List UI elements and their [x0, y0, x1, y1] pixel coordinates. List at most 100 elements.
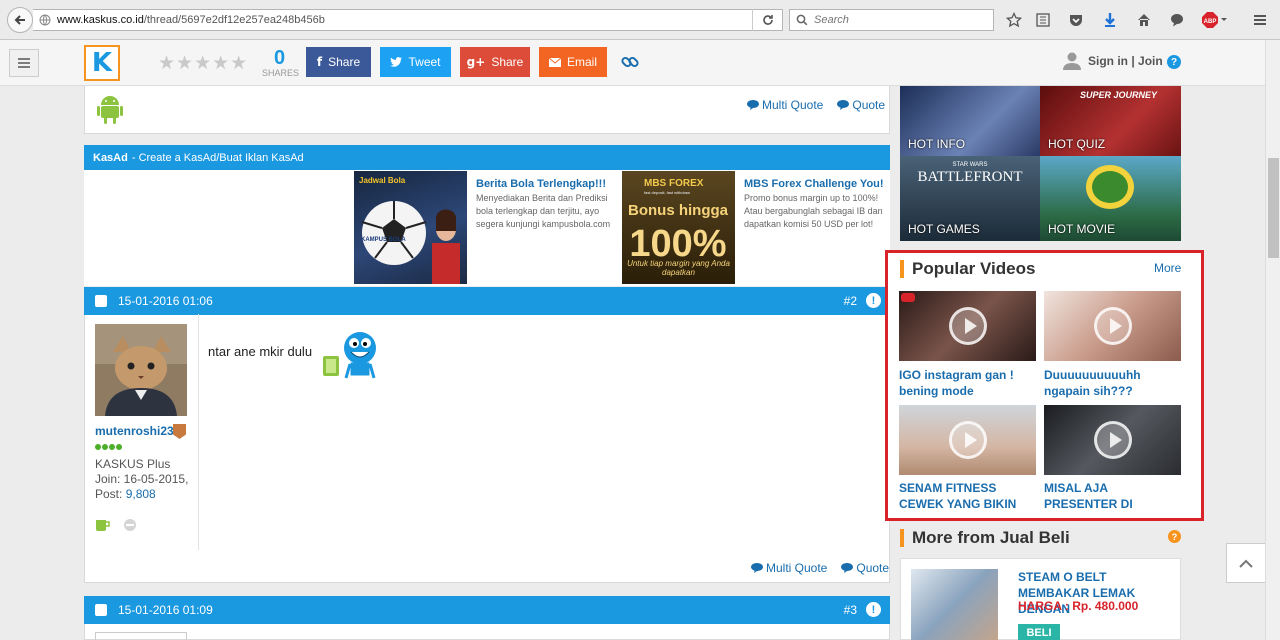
hot-games-tile[interactable]: STAR WARS BATTLEFRONT HOT GAMES: [900, 156, 1040, 241]
username[interactable]: mutenroshi23: [95, 424, 174, 438]
quote-label: Quote: [852, 98, 886, 112]
post-select-checkbox[interactable]: [95, 295, 107, 307]
svg-text:Bonus hingga: Bonus hingga: [628, 202, 729, 219]
post-divider: [198, 314, 199, 550]
hot-movie-tile[interactable]: HOT MOVIE: [1040, 156, 1181, 241]
twitter-share-button[interactable]: Tweet: [380, 47, 451, 77]
bookmark-star-icon[interactable]: [1005, 11, 1023, 29]
video-caption-2[interactable]: Duuuuuuuuuuhh ngapain sih???: [1044, 367, 1184, 399]
scrollbar-thumb[interactable]: [1268, 158, 1279, 258]
twitter-icon: [390, 57, 403, 67]
kasad-text: - Create a KasAd/Buat Iklan KasAd: [131, 151, 304, 164]
url-host: www.kaskus.co.id: [57, 14, 144, 26]
url-text[interactable]: www.kaskus.co.id/thread/5697e2df12e257ea…: [57, 14, 752, 26]
facebook-share-button[interactable]: f Share: [306, 47, 371, 77]
live-badge-icon: [901, 293, 915, 302]
chat-icon[interactable]: [1168, 11, 1186, 29]
help-icon[interactable]: ?: [1167, 55, 1181, 69]
pocket-icon[interactable]: [1067, 11, 1085, 29]
post-2-number[interactable]: #2: [844, 294, 857, 308]
video-thumb-3[interactable]: [899, 405, 1036, 475]
video-thumb-1[interactable]: [899, 291, 1036, 361]
facebook-share-label: Share: [328, 55, 361, 69]
play-icon: [1093, 307, 1132, 345]
post-3-body: [84, 624, 890, 640]
avatar[interactable]: [95, 324, 187, 416]
hot-quiz-tile[interactable]: SUPER JOURNEY HOT QUIZ: [1040, 86, 1181, 156]
post-2-date: 15-01-2016 01:06: [118, 294, 213, 308]
user-post-count[interactable]: 9,808: [126, 487, 156, 501]
video-thumb-2[interactable]: [1044, 291, 1181, 361]
android-icon: [97, 96, 123, 124]
page-scrollbar[interactable]: [1265, 40, 1280, 640]
jual-beli-buy-button[interactable]: BELI: [1018, 624, 1060, 640]
menu-icon[interactable]: [1251, 11, 1269, 29]
post-3-avatar-edge: [95, 632, 187, 640]
video-caption-1[interactable]: IGO instagram gan ! bening mode: [899, 367, 1039, 399]
quote-button[interactable]: Quote: [837, 98, 885, 112]
adblock-icon[interactable]: ABP: [1202, 11, 1228, 29]
ad-title-forex[interactable]: MBS Forex Challenge You!: [744, 178, 884, 190]
signin-link[interactable]: Sign in | Join: [1062, 52, 1163, 70]
popular-videos-more-link[interactable]: More: [1154, 261, 1181, 275]
multi-quote-label: Multi Quote: [762, 98, 824, 112]
jual-beli-image[interactable]: [911, 569, 998, 640]
share-count: 0 SHARES: [262, 48, 300, 78]
more-from-title: More from Jual Beli: [900, 529, 1070, 547]
user-meta: KASKUS Plus Join: 16-05-2015, Post: 9,80…: [95, 457, 195, 502]
rating-stars[interactable]: ★★★★★: [158, 52, 248, 74]
hamburger-button[interactable]: [9, 49, 39, 77]
help-icon[interactable]: ?: [1168, 530, 1181, 543]
url-bar[interactable]: www.kaskus.co.id/thread/5697e2df12e257ea…: [33, 9, 783, 31]
chat-bubble-icon: [747, 100, 759, 110]
ad-title-bola[interactable]: Berita Bola Terlengkap!!!: [476, 178, 606, 190]
share-count-label: SHARES: [262, 68, 300, 78]
hamburger-icon: [18, 58, 30, 68]
video-thumb-4[interactable]: [1044, 405, 1181, 475]
search-input[interactable]: [814, 14, 984, 26]
kaskus-logo[interactable]: K: [84, 45, 120, 81]
back-to-top-button[interactable]: [1226, 543, 1266, 583]
kasad-brand: KasAd: [93, 151, 128, 164]
browser-search[interactable]: [789, 9, 994, 31]
hot-movie-label: HOT MOVIE: [1048, 222, 1116, 236]
jual-beli-price: HARGA : Rp. 480.000: [1018, 599, 1139, 613]
multi-quote-button[interactable]: Multi Quote: [747, 98, 823, 112]
svg-text:Jadwal Bola: Jadwal Bola: [359, 176, 406, 185]
multi-quote-button[interactable]: Multi Quote: [751, 561, 827, 575]
reading-list-icon[interactable]: [1034, 11, 1052, 29]
googleplus-share-button[interactable]: g+ Share: [460, 47, 530, 77]
kasad-header[interactable]: KasAd - Create a KasAd/Buat Iklan KasAd: [84, 145, 890, 170]
user-icon: [1063, 52, 1081, 70]
post-2-quote-links: Multi Quote Quote: [751, 561, 889, 575]
ad-image-bola[interactable]: Jadwal Bola KAMPUS BOLA: [354, 171, 467, 284]
email-share-label: Email: [566, 55, 597, 69]
ad-desc-forex: Promo bonus margin up to 100%! Atau berg…: [744, 193, 883, 229]
download-icon[interactable]: [1101, 11, 1119, 29]
user-join-date: Join: 16-05-2015,: [95, 472, 189, 486]
googleplus-icon: g+: [466, 55, 486, 69]
avatar-cat-image: [95, 324, 187, 416]
user-role: KASKUS Plus: [95, 457, 171, 471]
report-icon[interactable]: !: [866, 602, 881, 617]
ad-image-forex[interactable]: MBS FOREX fast deposit, fast withdraw Bo…: [622, 171, 735, 284]
play-icon: [948, 421, 987, 459]
post-3-number[interactable]: #3: [844, 603, 857, 617]
hot-games-small: STAR WARS: [952, 162, 988, 168]
post-1-quote-links: Multi Quote Quote: [747, 98, 885, 112]
copy-link-button[interactable]: [620, 52, 640, 75]
back-arrow-icon: [14, 15, 25, 25]
hot-info-tile[interactable]: HOT INFO: [900, 86, 1040, 156]
reload-button[interactable]: [752, 9, 782, 31]
post-2-body: [84, 315, 890, 583]
video-caption-3[interactable]: SENAM FITNESS CEWEK YANG BIKIN SEHAT MAT…: [899, 480, 1039, 512]
quote-button[interactable]: Quote: [841, 561, 889, 575]
chat-bubble-icon: [751, 563, 763, 573]
home-icon[interactable]: [1135, 11, 1153, 29]
email-share-button[interactable]: Email: [539, 47, 607, 77]
back-button[interactable]: [7, 7, 33, 33]
report-icon[interactable]: !: [866, 293, 881, 308]
quote-label: Quote: [856, 561, 890, 575]
video-caption-4[interactable]: MISAL AJA PRESENTER DI INDONESIA KAYAK: [1044, 480, 1184, 512]
post-select-checkbox[interactable]: [95, 604, 107, 616]
